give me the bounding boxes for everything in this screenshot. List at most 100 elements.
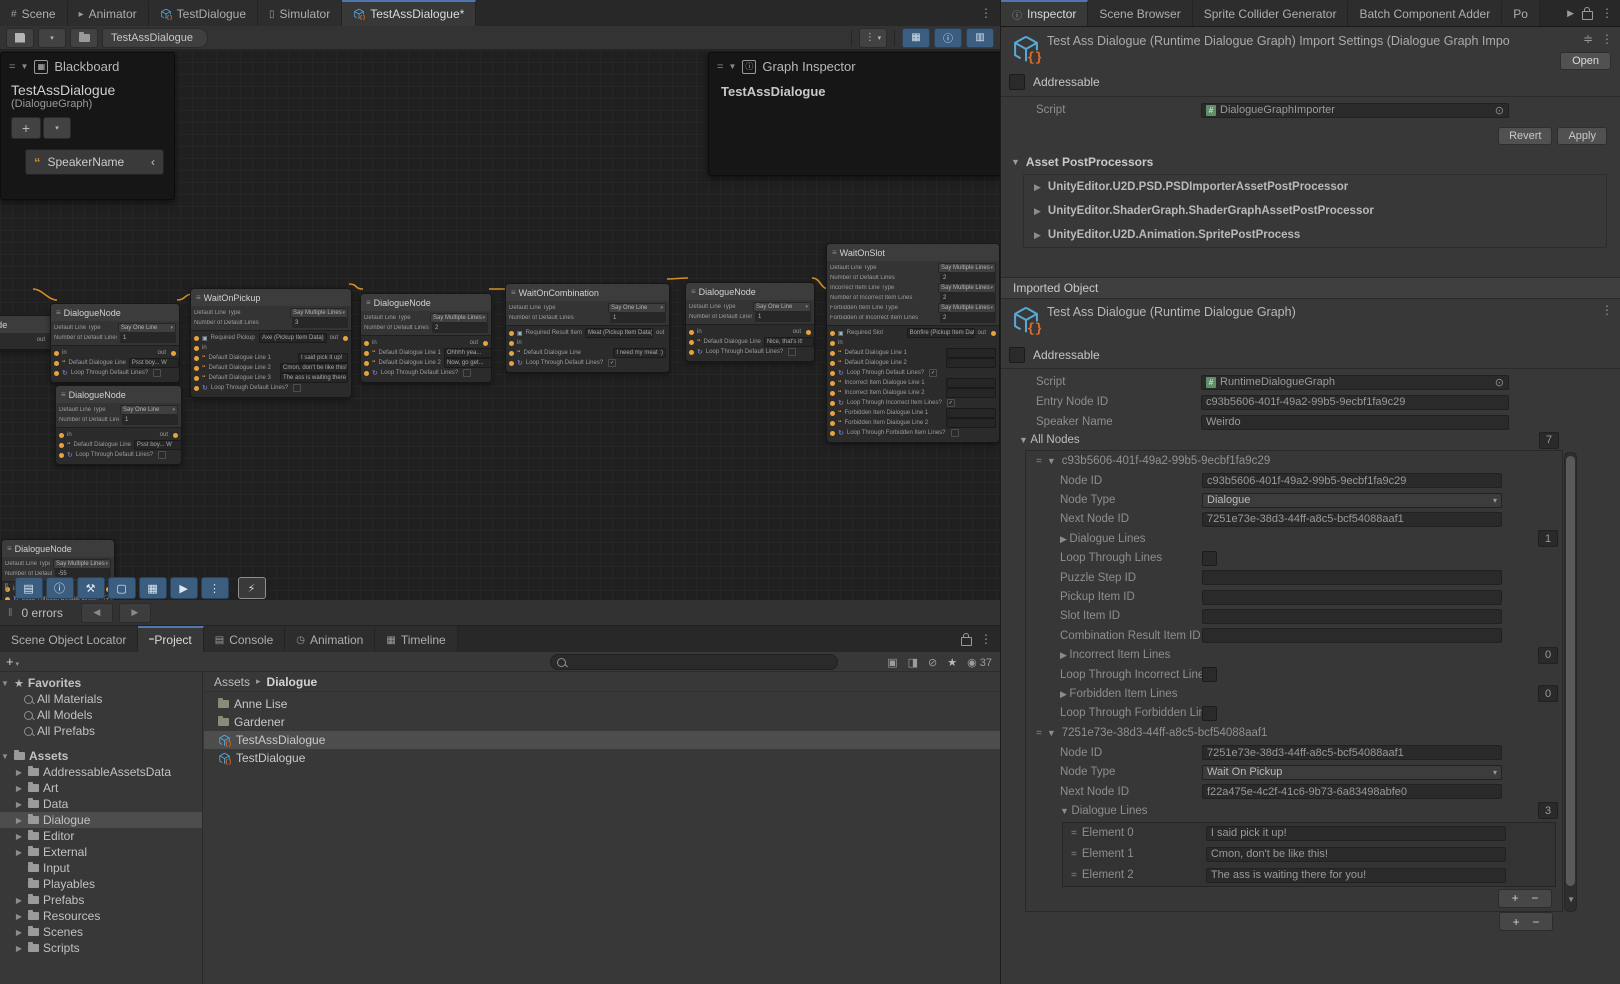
node-header[interactable]: ≡DialogueNode <box>2 540 114 557</box>
array-size-field[interactable]: 0 <box>1538 647 1558 664</box>
foldout-closed-icon[interactable]: ▶ <box>14 928 24 937</box>
foldout-open-icon[interactable]: ▼ <box>1060 806 1071 816</box>
remove-element-button[interactable]: − <box>1531 891 1538 905</box>
line-field[interactable] <box>946 358 996 368</box>
collapse-icon[interactable]: ▼ <box>728 62 736 71</box>
output-port[interactable] <box>669 331 670 336</box>
dropdown-field[interactable]: Wait On Pickup▾ <box>1202 765 1502 780</box>
graph-edge[interactable] <box>667 278 688 279</box>
text-field[interactable] <box>1202 628 1502 643</box>
output-port[interactable] <box>173 433 178 438</box>
foldout-closed-icon[interactable]: ▶ <box>14 768 24 777</box>
graph-footer-button[interactable]: ▤ <box>15 577 43 599</box>
foldout-open-icon[interactable]: ▼ <box>1047 456 1056 466</box>
line-field[interactable]: Nice, that's it! <box>764 337 814 347</box>
asset-item-gardener[interactable]: Gardener <box>204 713 1000 731</box>
output-port[interactable] <box>171 351 176 356</box>
object-picker-icon[interactable]: ⊙ <box>1495 376 1504 389</box>
element-field[interactable]: Cmon, don't be like this! <box>1206 847 1506 862</box>
graph-inspector-panel[interactable]: = ▼ ⓘ Graph Inspector TestAssDialogue <box>708 52 1000 176</box>
more-icon[interactable]: ⋮ <box>980 6 992 20</box>
addressable-checkbox[interactable] <box>1009 74 1025 90</box>
tab-inspector[interactable]: ⓘInspector <box>1001 0 1088 26</box>
graph-edge[interactable] <box>349 284 363 289</box>
node-number-field[interactable]: 2 <box>940 313 996 323</box>
postprocessor-item[interactable]: ▶UnityEditor.U2D.PSD.PSDImporterAssetPos… <box>1024 175 1606 199</box>
property-port[interactable] <box>509 351 514 356</box>
node-checkbox[interactable]: ✓ <box>608 359 616 367</box>
node-group-header[interactable]: =▼7251e73e-38d3-44ff-a8c5-bcf54088aaf1 <box>1026 723 1562 743</box>
object-field[interactable]: Bonfire (Pickup Item Data) <box>907 328 975 338</box>
search-by-label-icon[interactable]: ◨ <box>908 656 918 669</box>
graph-node[interactable]: ≡DialogueNodeDefault Line TypeSay Multip… <box>360 293 492 383</box>
text-field[interactable] <box>1202 590 1502 605</box>
graph-node[interactable]: ≡DialogueNodeDefault Line TypeSay One Li… <box>50 303 180 383</box>
foldout-closed-icon[interactable]: ▶ <box>14 848 24 857</box>
foldout-closed-icon[interactable]: ▶ <box>14 944 24 953</box>
graph-footer-button[interactable]: ⓘ <box>46 577 74 599</box>
property-port[interactable] <box>59 443 64 448</box>
graph-footer-button[interactable]: ⋮ <box>201 577 229 599</box>
tree-folder-external[interactable]: ▶External <box>0 844 202 860</box>
text-field[interactable] <box>1202 609 1502 624</box>
node-number-field[interactable]: 1 <box>122 415 178 425</box>
graph-node[interactable]: ≡WaitOnCombinationDefault Line TypeSay O… <box>505 283 670 373</box>
node-dropdown[interactable]: Say One Line▾ <box>753 302 811 312</box>
node-number-field[interactable]: 3 <box>292 318 348 328</box>
tree-folder-prefabs[interactable]: ▶Prefabs <box>0 892 202 908</box>
foldout-open-icon[interactable]: ▼ <box>0 679 10 688</box>
tab-simulator[interactable]: ▯Simulator <box>258 0 342 26</box>
property-port[interactable] <box>364 351 369 356</box>
property-port[interactable] <box>509 361 514 366</box>
graph-node[interactable]: ≡DialogueNodeDefault Line TypeSay One Li… <box>55 385 182 465</box>
node-header[interactable]: ≡DialogueNode <box>686 283 814 300</box>
show-in-project-button[interactable] <box>70 28 98 48</box>
node-number-field[interactable]: 2 <box>940 293 996 303</box>
tree-favorite-item[interactable]: All Models <box>0 707 202 723</box>
tab-animation[interactable]: ◷Animation <box>285 626 375 652</box>
revert-button[interactable]: Revert <box>1498 127 1552 145</box>
tab-po[interactable]: Po <box>1502 0 1540 26</box>
property-port[interactable] <box>830 351 835 356</box>
create-asset-button[interactable]: + ▾ <box>6 654 19 669</box>
tree-folder-playables[interactable]: Playables <box>0 876 202 892</box>
element-field[interactable]: I said pick it up! <box>1206 826 1506 841</box>
scrollbar-thumb[interactable] <box>1566 456 1575 886</box>
foldout-open-icon[interactable]: ▼ <box>1047 728 1056 738</box>
element-field[interactable]: The ass is waiting there for you! <box>1206 868 1506 883</box>
breadcrumb-current[interactable]: Dialogue <box>267 675 318 689</box>
property-port[interactable] <box>689 350 694 355</box>
property-port[interactable] <box>830 391 835 396</box>
scroll-down-icon[interactable]: ▼ <box>1567 895 1575 904</box>
add-element-button[interactable]: + <box>1513 915 1520 929</box>
tab-scene-browser[interactable]: Scene Browser <box>1088 0 1192 26</box>
addressable-checkbox[interactable] <box>1009 347 1025 363</box>
line-field[interactable]: The ass is waiting there for y <box>280 373 348 383</box>
node-header[interactable]: ≡WaitOnPickup <box>191 289 351 306</box>
property-port[interactable] <box>364 361 369 366</box>
node-checkbox[interactable]: ✓ <box>947 399 955 407</box>
drag-handle-icon[interactable]: = <box>1071 870 1076 881</box>
property-port[interactable] <box>194 356 199 361</box>
node-header[interactable]: ≡DialogueNode <box>56 386 181 403</box>
graph-node[interactable]: ≡WaitOnPickupDefault Line TypeSay Multip… <box>190 288 352 398</box>
text-field[interactable]: 7251e73e-38d3-44ff-a8c5-bcf54088aaf1 <box>1202 512 1502 527</box>
input-port[interactable] <box>59 433 64 438</box>
line-field[interactable] <box>946 408 996 418</box>
postprocessor-item[interactable]: ▶UnityEditor.ShaderGraph.ShaderGraphAsse… <box>1024 199 1606 223</box>
apply-button[interactable]: Apply <box>1557 127 1607 145</box>
tab-batch-component-adder[interactable]: Batch Component Adder <box>1348 0 1502 26</box>
line-field[interactable]: Psst boy... W <box>129 358 179 368</box>
input-port[interactable] <box>364 341 369 346</box>
foldout-closed-icon[interactable]: ▶ <box>1034 230 1041 241</box>
foldout-closed-icon[interactable]: ▶ <box>1060 534 1069 544</box>
output-port[interactable] <box>806 330 811 335</box>
blackboard-toggle-button[interactable]: ▦ <box>902 28 930 48</box>
node-checkbox[interactable] <box>153 369 161 377</box>
tree-folder-data[interactable]: ▶Data <box>0 796 202 812</box>
add-property-button[interactable]: + <box>11 117 41 139</box>
node-dropdown[interactable]: Say Multiple Lines▾ <box>938 303 996 313</box>
line-field[interactable] <box>946 418 996 428</box>
node-dropdown[interactable]: Say Multiple Lines▾ <box>430 313 488 323</box>
property-expander-icon[interactable]: ‹ <box>151 155 155 169</box>
